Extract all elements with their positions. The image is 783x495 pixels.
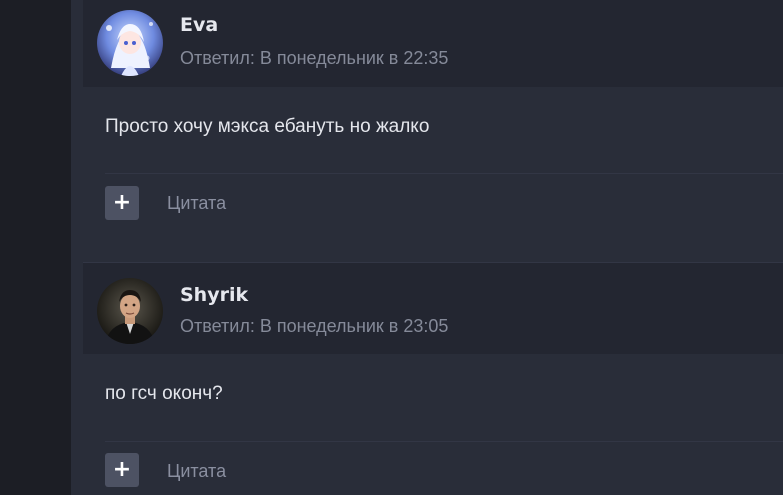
forum-post: Eva Ответил: В понедельник в 22:35 Прост… <box>83 0 783 220</box>
post-divider <box>105 173 783 174</box>
post-message: Просто хочу мэкса ебануть но жалко <box>105 116 430 137</box>
quote-button[interactable]: Цитата <box>167 461 226 482</box>
post-header: Shyrik Ответил: В понедельник в 23:05 <box>83 262 783 354</box>
post-timestamp: Ответил: В понедельник в 23:05 <box>180 316 449 336</box>
plus-icon: + <box>112 457 132 482</box>
add-reaction-button[interactable]: + <box>105 186 139 220</box>
forum-post: Shyrik Ответил: В понедельник в 23:05 по… <box>83 262 783 487</box>
post-author[interactable]: Shyrik <box>180 284 248 306</box>
post-message: по гсч оконч? <box>105 383 223 404</box>
thread-content: Eva Ответил: В понедельник в 22:35 Прост… <box>71 0 783 495</box>
left-sidebar-gutter <box>0 0 71 495</box>
quote-button[interactable]: Цитата <box>167 193 226 214</box>
plus-icon: + <box>112 190 132 215</box>
post-divider <box>105 441 783 442</box>
avatar[interactable] <box>97 10 163 76</box>
add-reaction-button[interactable]: + <box>105 453 139 487</box>
post-timestamp: Ответил: В понедельник в 22:35 <box>180 48 449 68</box>
post-header: Eva Ответил: В понедельник в 22:35 <box>83 0 783 87</box>
avatar[interactable] <box>97 278 163 344</box>
post-author[interactable]: Eva <box>180 14 218 36</box>
